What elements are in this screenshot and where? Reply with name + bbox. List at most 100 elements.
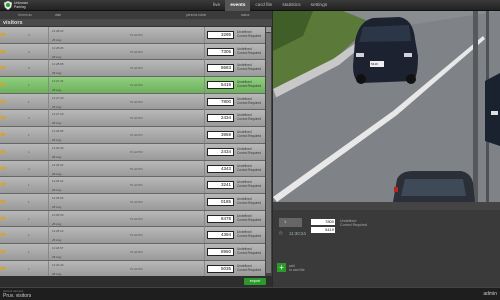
event-row[interactable]: 1 11:24:57 28 Aug P1 ENTR 8950 Undefined Contr…	[0, 243, 265, 261]
event-row[interactable]: 4 11:27:19 28 Aug P1 ENTR 2434 Undefined Contr…	[0, 110, 265, 128]
nav-card-file[interactable]: card file	[250, 0, 277, 11]
plate-number: 3959	[207, 131, 234, 140]
event-row[interactable]: 4 11:28:33 28 Aug P1 ENTR 3295 Undefined Contr…	[0, 27, 265, 44]
event-row[interactable]: 1 11:24:40 28 Aug P1 ENTR 5035 Undefined Contr…	[0, 260, 265, 278]
events-panel: hh.mm.ss date persons name status visito…	[0, 11, 272, 287]
event-status-line2: Control Required	[237, 234, 262, 239]
event-direction: P1 ENTR	[130, 216, 143, 221]
event-status-line2: Control Required	[237, 267, 262, 272]
nav-settings[interactable]: settings	[306, 0, 333, 11]
event-row[interactable]: 1 11:27:44 28 Aug P1 ENTR 5419 Undefined Contr…	[0, 77, 265, 94]
event-status: UndefinedControl Required	[237, 214, 261, 222]
col-date[interactable]: date	[55, 13, 61, 17]
event-count: 4	[28, 33, 30, 37]
status-camera-name: Pruv. visitors	[3, 293, 32, 299]
event-date: 28 Aug	[52, 121, 62, 126]
event-status-line2: Control Required	[237, 67, 262, 72]
flag-icon	[1, 66, 5, 70]
event-row[interactable]: 1 11:26:55 28 Aug P1 ENTR 3959 Undefined Contr…	[0, 127, 265, 144]
event-status: UndefinedControl Required	[237, 97, 261, 105]
event-status-line2: Control Required	[237, 217, 262, 222]
nav-events[interactable]: events	[225, 0, 251, 11]
event-date: 28 Aug	[52, 71, 62, 76]
shield-logo-icon	[4, 1, 12, 10]
divider	[204, 260, 205, 277]
event-time: 11:25:53	[52, 195, 64, 200]
plate-number: 3295	[207, 31, 234, 39]
event-status: UndefinedControl Required	[237, 130, 261, 138]
nav-statistics[interactable]: statistics	[277, 0, 305, 11]
event-status: UndefinedControl Required	[237, 147, 261, 155]
plate-number: 8950	[207, 247, 234, 256]
event-direction: P1 ENTR	[130, 199, 143, 204]
brand-line2: Parking	[14, 5, 26, 9]
event-row[interactable]: 4 11:28:26 28 Aug P1 ENTR 7305 Undefined Contr…	[0, 43, 265, 61]
divider	[48, 227, 49, 244]
event-row[interactable]: 3 11:28:08 28 Aug P1 ENTR 8683 Undefined Contr…	[0, 60, 265, 78]
event-date: 28 Aug	[52, 154, 62, 159]
divider	[204, 127, 205, 144]
col-status[interactable]: status	[241, 13, 250, 17]
event-direction: P1 ENTR	[130, 233, 143, 238]
event-row[interactable]: 1 11:25:12 28 Aug P1 ENTR 4394 Undefined Contr…	[0, 227, 265, 244]
event-date: 28 Aug	[52, 171, 62, 176]
detail-plate-secondary[interactable]: 5419	[311, 227, 335, 233]
export-button[interactable]: export	[244, 278, 266, 285]
detail-plate-primary[interactable]: 7800	[311, 219, 335, 225]
scrollbar[interactable]	[265, 27, 272, 287]
flag-icon	[1, 83, 5, 87]
divider	[204, 110, 205, 127]
divider	[48, 127, 49, 144]
event-time: 11:26:22	[52, 162, 64, 167]
divider	[204, 27, 205, 43]
event-time: 11:27:44	[52, 79, 64, 84]
event-status: UndefinedControl Required	[237, 113, 261, 121]
plate-number: 2434	[207, 114, 234, 123]
divider	[48, 77, 49, 94]
event-count: 4	[28, 49, 30, 54]
event-status-line2: Control Required	[237, 134, 262, 139]
event-time: 11:24:40	[52, 262, 64, 267]
event-direction: P1 ENTR	[130, 83, 143, 88]
event-status: UndefinedControl Required	[237, 247, 261, 255]
main-nav: live events card file statistics setting…	[208, 0, 332, 11]
plate-number: 7305	[207, 47, 234, 56]
event-direction: P1 ENTR	[130, 66, 143, 71]
event-row[interactable]: 1 11:27:40 28 Aug P1 ENTR 7800 Undefined Contr…	[0, 93, 265, 111]
event-row[interactable]: 4 11:26:22 28 Aug P1 ENTR 4343 Undefined Contr…	[0, 160, 265, 178]
camera-frame	[273, 11, 500, 202]
flag-icon	[1, 199, 5, 203]
event-row[interactable]: 1 11:25:53 28 Aug P1 ENTR 0185 Undefined Contr…	[0, 193, 265, 211]
divider	[204, 143, 205, 160]
flag-icon	[1, 33, 5, 36]
col-time[interactable]: hh.mm.ss	[18, 13, 32, 17]
event-date: 28 Aug	[52, 204, 62, 209]
event-row[interactable]: 1 11:25:30 28 Aug P1 ENTR 8478 Undefined Contr…	[0, 210, 265, 228]
top-bar: Unknown Parking live events card file st…	[0, 0, 500, 11]
scroll-thumb[interactable]	[266, 33, 271, 273]
scroll-up-arrow-icon[interactable]	[266, 27, 271, 32]
flag-icon	[1, 49, 5, 53]
flag-icon	[1, 216, 5, 220]
divider	[204, 193, 205, 210]
nav-live[interactable]: live	[208, 0, 225, 11]
event-date: 28 Aug	[52, 138, 62, 143]
add-label: add to card file	[289, 264, 305, 272]
user-name[interactable]: admin	[483, 291, 497, 297]
event-row[interactable]: 1 11:26:40 28 Aug P1 ENTR 2434 Undefined Contr…	[0, 143, 265, 161]
divider	[48, 160, 49, 177]
event-direction: P1 ENTR	[130, 183, 143, 188]
event-status-line2: Control Required	[237, 84, 262, 89]
divider	[48, 210, 49, 227]
event-row[interactable]: 1 11:26:14 28 Aug P1 ENTR 3241 Undefined Contr…	[0, 177, 265, 194]
divider	[204, 243, 205, 260]
detail-status-line2: Control Required	[340, 223, 368, 228]
list-footer: export	[0, 276, 272, 287]
section-title: visitors	[0, 19, 272, 27]
add-to-card-file-button[interactable]: +	[277, 263, 286, 272]
col-person[interactable]: persons name	[186, 13, 206, 17]
event-count: 4	[28, 116, 30, 121]
clock-icon: ◷	[279, 230, 283, 235]
event-direction: P1 ENTR	[130, 133, 143, 138]
divider	[204, 210, 205, 227]
